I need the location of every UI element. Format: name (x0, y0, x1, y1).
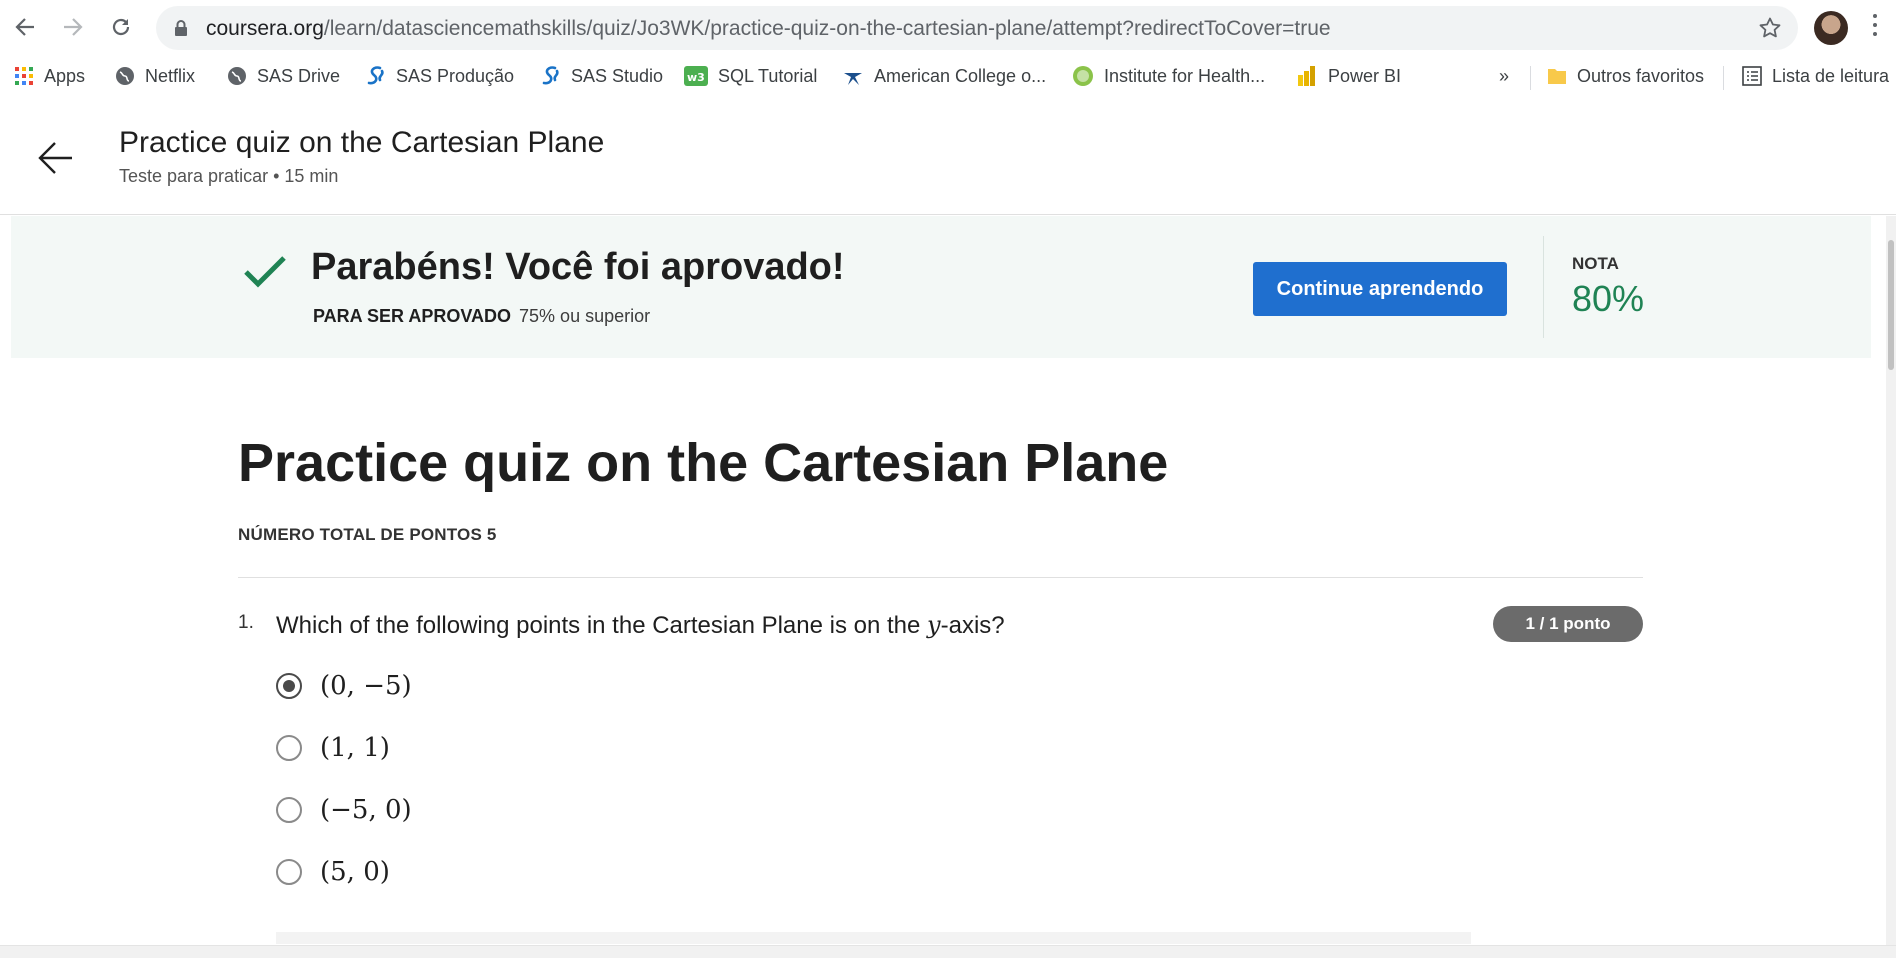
lock-icon (175, 20, 187, 36)
browser-forward-button[interactable] (58, 12, 88, 42)
bookmark-label: American College o... (874, 65, 1047, 86)
sas-icon (367, 66, 384, 85)
question-text: Which of the following points in the Car… (276, 611, 1005, 640)
acr-icon (844, 73, 862, 85)
address-bar[interactable]: coursera.org/learn/datasciencemathskills… (156, 6, 1798, 50)
bookmark-institute-health[interactable]: Institute for Health... (1072, 56, 1265, 96)
question-math-variable: y (927, 611, 941, 639)
apps-grid-icon (15, 67, 33, 85)
bookmark-netflix[interactable]: Netflix (115, 56, 195, 96)
bookmarks-divider (1723, 66, 1724, 90)
profile-avatar[interactable] (1814, 11, 1848, 45)
pass-banner: Parabéns! Você foi aprovado! PARA SER AP… (11, 216, 1871, 358)
powerbi-icon (1298, 66, 1315, 86)
answer-option[interactable]: (5, 0) (276, 852, 390, 892)
radio-button[interactable] (276, 797, 302, 823)
radio-button[interactable] (276, 859, 302, 885)
continue-learning-button[interactable]: Continue aprendendo (1253, 262, 1507, 316)
bookmarks-overflow-button[interactable]: » (1499, 56, 1509, 96)
bookmarks-bar: Apps Netflix SAS Drive SAS Produção SAS … (0, 56, 1896, 105)
bookmarks-divider (1530, 66, 1531, 90)
overflow-label: » (1499, 65, 1510, 86)
answer-option[interactable]: (0, −5) (276, 666, 412, 706)
w3schools-icon: w3 (684, 66, 708, 86)
bookmark-label: Outros favoritos (1577, 65, 1705, 86)
pass-message: Parabéns! Você foi aprovado! (311, 246, 845, 288)
url-host: coursera.org (206, 17, 324, 40)
radio-button-selected[interactable] (276, 673, 302, 699)
arrow-right-icon (64, 18, 83, 36)
ihme-icon (1073, 66, 1093, 86)
globe-icon (228, 67, 246, 85)
reading-list-icon (1742, 66, 1762, 86)
question-number: 1. (238, 612, 254, 633)
header-title: Practice quiz on the Cartesian Plane (119, 126, 605, 159)
header-subtitle: Teste para praticar • 15 min (119, 166, 339, 186)
answer-option[interactable]: (−5, 0) (276, 790, 412, 830)
requirement-label: PARA SER APROVADO (313, 306, 512, 326)
browser-menu-icon[interactable] (1872, 14, 1878, 41)
browser-reload-button[interactable] (106, 12, 136, 42)
grade-value: 80% (1572, 278, 1645, 319)
browser-toolbar: coursera.org/learn/datasciencemathskills… (0, 0, 1896, 56)
browser-back-button[interactable] (10, 12, 40, 42)
bookmark-label: Institute for Health... (1104, 65, 1266, 86)
bookmark-sas-studio[interactable]: SAS Studio (541, 56, 663, 96)
option-label: (0, −5) (320, 671, 412, 701)
bookmark-other-favorites[interactable]: Outros favoritos (1547, 56, 1704, 96)
bookmark-label: Apps (44, 65, 86, 86)
url-path: /learn/datasciencemathskills/quiz/Jo3WK/… (323, 17, 1331, 40)
folder-icon (1548, 69, 1566, 84)
bookmark-label: SAS Studio (571, 65, 664, 86)
pass-requirement: PARA SER APROVADO 75% ou superior (313, 306, 650, 327)
arrow-left-icon (15, 18, 34, 36)
bookmark-apps[interactable]: Apps (14, 56, 85, 96)
bookmark-sas-drive[interactable]: SAS Drive (227, 56, 340, 96)
bookmark-label: Lista de leitura (1772, 65, 1890, 86)
svg-text:w3: w3 (687, 71, 705, 84)
question-text-start: Which of the following points in the Car… (276, 612, 928, 639)
divider (238, 577, 1643, 578)
reload-icon (112, 18, 130, 36)
score-badge: 1 / 1 ponto (1493, 606, 1643, 642)
sas-icon (542, 66, 559, 85)
banner-divider (1543, 236, 1544, 338)
arrow-left-icon[interactable] (36, 138, 76, 178)
quiz-title: Practice quiz on the Cartesian Plane (238, 433, 1169, 493)
bookmark-label: SQL Tutorial (718, 65, 818, 86)
bookmark-label: Netflix (145, 65, 196, 86)
page-header: Practice quiz on the Cartesian Plane Tes… (0, 104, 1896, 215)
option-label: (1, 1) (320, 733, 390, 763)
scrollbar-thumb[interactable] (1888, 240, 1894, 370)
bookmark-american-college[interactable]: American College o... (842, 56, 1046, 96)
bookmark-sas-producao[interactable]: SAS Produção (366, 56, 514, 96)
question-text-end: -axis? (940, 612, 1005, 639)
feedback-card-edge (276, 932, 1471, 944)
option-label: (−5, 0) (320, 795, 412, 825)
radio-button[interactable] (276, 735, 302, 761)
bookmark-power-bi[interactable]: Power BI (1296, 56, 1401, 96)
bookmark-label: SAS Drive (257, 65, 341, 86)
bookmark-label: SAS Produção (396, 65, 515, 86)
total-points: NÚMERO TOTAL DE PONTOS 5 (238, 525, 497, 544)
bookmark-label: Power BI (1328, 65, 1402, 86)
check-icon (244, 256, 286, 288)
bookmark-star-icon[interactable] (1758, 16, 1782, 40)
url-text: coursera.org/learn/datasciencemathskills… (206, 17, 1331, 41)
reading-list-button[interactable]: Lista de leitura (1742, 56, 1889, 96)
grade-label: NOTA (1572, 254, 1619, 273)
bookmark-sql-tutorial[interactable]: w3 SQL Tutorial (684, 56, 817, 96)
requirement-value: 75% ou superior (519, 306, 651, 326)
answer-option[interactable]: (1, 1) (276, 728, 390, 768)
globe-icon (116, 67, 134, 85)
option-label: (5, 0) (320, 857, 390, 887)
horizontal-scrollbar[interactable] (0, 945, 1896, 958)
